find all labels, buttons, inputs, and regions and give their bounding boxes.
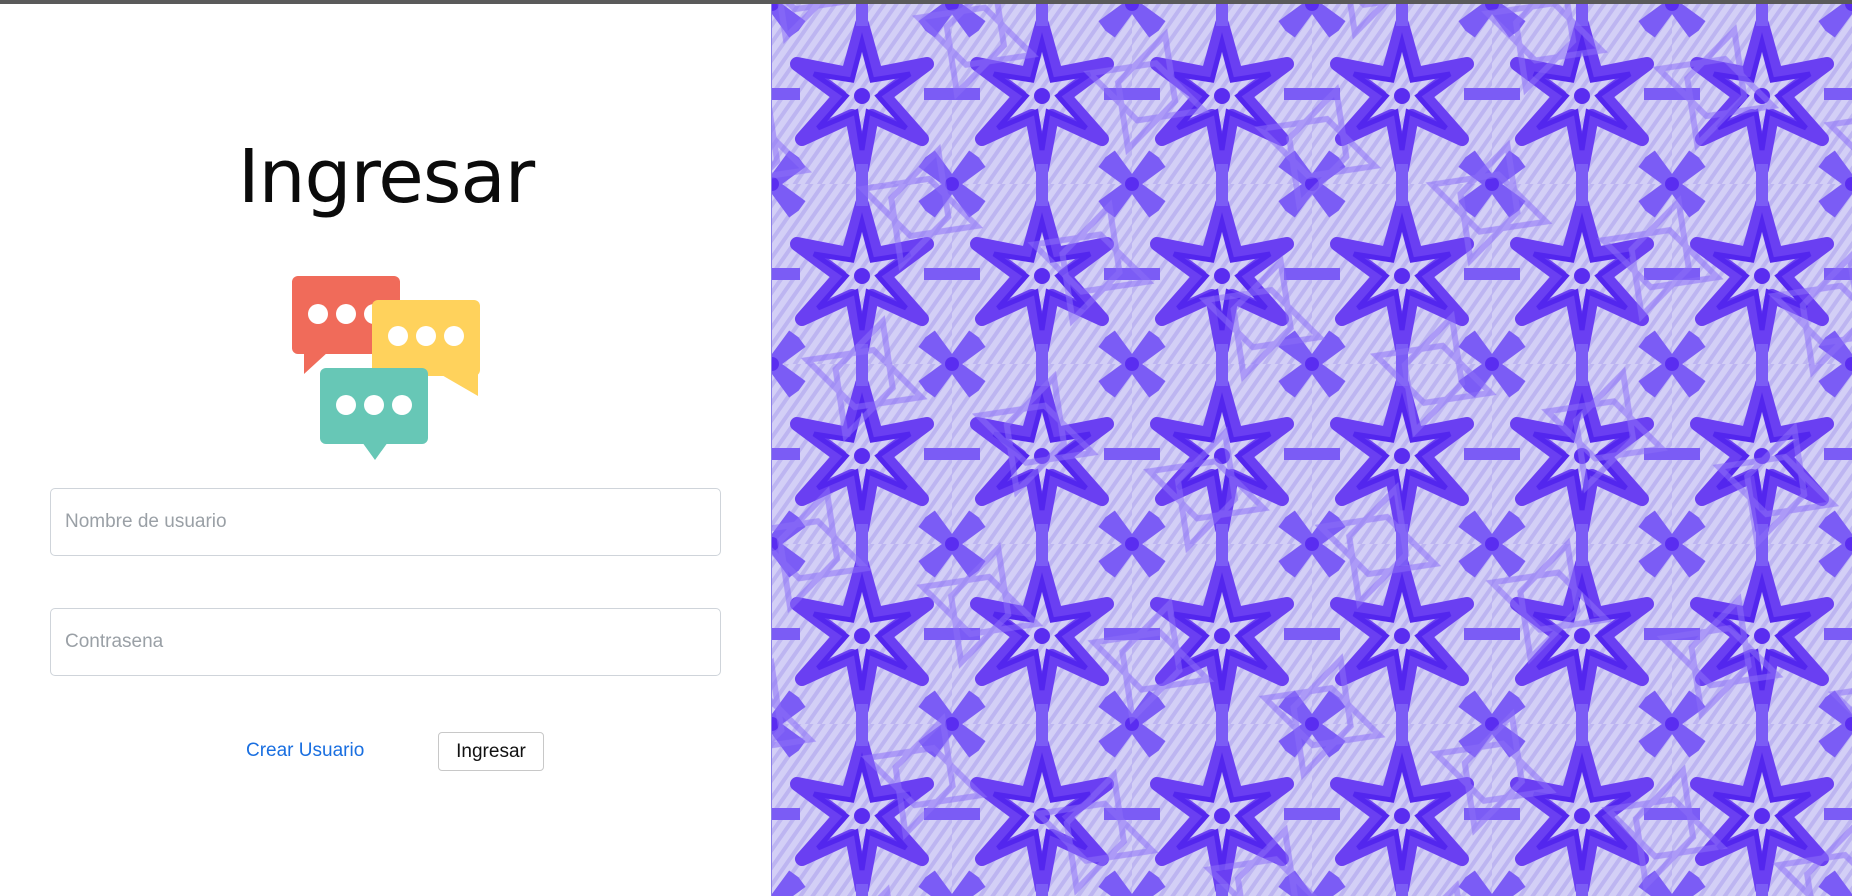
chat-bubbles-icon [292,276,480,460]
login-button[interactable]: Ingresar [438,732,544,771]
username-field[interactable] [50,488,721,556]
login-panel: Ingresar Crear Usuario Ingres [0,4,772,896]
password-field[interactable] [50,608,721,676]
geometric-pattern-image [772,4,1852,896]
create-user-link[interactable]: Crear Usuario [246,740,364,762]
background-pattern-panel [772,4,1852,896]
teal-chat-bubble [320,368,428,460]
page-title: Ingresar [237,134,535,220]
